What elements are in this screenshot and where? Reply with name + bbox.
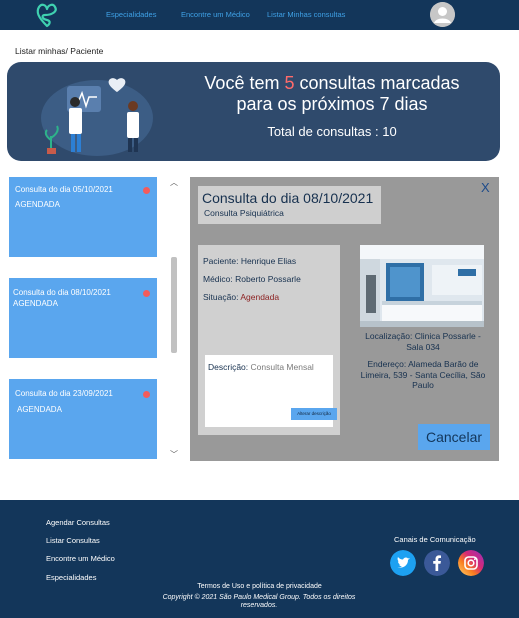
nav-link-encontre-medico[interactable]: Encontre um Médico [181,10,250,19]
detail-title: Consulta do dia 08/10/2021 [202,190,374,206]
facebook-icon[interactable] [424,550,450,576]
list-scrollbar[interactable]: ︿ ﹀ [169,177,179,461]
status-line: Situação: Agendada [203,292,279,302]
footer-link-especialidades[interactable]: Especialidades [46,573,96,582]
status-label: Situação: [203,292,241,302]
status-value: Agendada [240,292,280,302]
doctor-label: Médico: [203,274,236,284]
footer-channels-label: Canais de Comunicação [394,535,476,544]
clinic-address: Endereço: Alameda Barão de Limeira, 539 … [360,359,486,390]
scroll-thumb[interactable] [171,257,177,353]
appointment-card[interactable]: Consulta do dia 05/10/2021 AGENDADA [9,177,157,257]
description-box: Descrição: Consulta Mensal Alterar descr… [205,355,337,427]
user-avatar-icon[interactable] [430,2,455,27]
doctors-illustration [41,78,153,156]
close-icon[interactable]: X [481,180,490,195]
patient-name: Henrique Elias [240,256,297,266]
appointment-card[interactable]: Consulta do dia 08/10/2021 AGENDADA [9,278,157,358]
scroll-down-icon[interactable]: ﹀ [169,449,179,460]
footer-copyright: Copyright © 2021 São Paulo Medical Group… [162,594,356,609]
breadcrumb: Listar minhas/ Paciente [15,46,104,56]
patient-line: Paciente: Henrique Elias [203,256,296,266]
patient-label: Paciente: [203,256,241,266]
appointment-title: Consulta do dia 08/10/2021 [13,288,111,297]
top-navbar: Especialidades Encontre um Médico Listar… [0,0,519,30]
cancel-appointment-button[interactable]: Cancelar [418,424,490,450]
logo-icon[interactable] [34,2,60,28]
page: Especialidades Encontre um Médico Listar… [0,0,519,618]
appointment-title: Consulta do dia 05/10/2021 [15,185,113,194]
status-dot-icon [143,290,150,297]
status-dot-icon [143,391,150,398]
footer-link-encontre-medico[interactable]: Encontre um Médico [46,554,115,563]
appointment-title: Consulta do dia 23/09/2021 [15,389,113,398]
scroll-up-icon[interactable]: ︿ [169,177,179,188]
footer-terms-link[interactable]: Termos de Uso e política de privacidade [0,583,519,590]
clinic-photo [360,245,484,327]
appointment-card[interactable]: Consulta do dia 23/09/2021 AGENDADA [9,379,157,459]
banner-appointment-count: 5 [284,73,295,93]
clinic-location: Localização: Clinica Possarle - Sala 034 [365,331,481,352]
status-dot-icon [143,187,150,194]
banner-prefix: Você tem [204,73,285,93]
banner-subline: para os próximos 7 dias [236,94,428,114]
banner-total: Total de consultas : 10 [267,124,397,139]
description-label: Descrição: [208,362,251,372]
appointment-list: Consulta do dia 05/10/2021 AGENDADA Cons… [7,177,181,461]
summary-banner: Você tem 5 consultas marcadas para os pr… [7,62,500,161]
description-line: Descrição: Consulta Mensal [208,362,314,372]
description-value: Consulta Mensal [250,362,314,372]
footer-link-listar[interactable]: Listar Consultas [46,536,100,545]
footer: Agendar Consultas Listar Consultas Encon… [0,500,519,618]
edit-description-button[interactable]: Alterar descrição [291,408,337,420]
appointment-status: AGENDADA [15,200,60,209]
banner-suffix: consultas marcadas [294,73,460,93]
nav-link-especialidades[interactable]: Especialidades [106,10,156,19]
detail-header: Consulta do dia 08/10/2021 Consulta Psiq… [198,186,381,224]
appointment-detail-panel: Consulta do dia 08/10/2021 Consulta Psiq… [190,177,499,461]
doctor-line: Médico: Roberto Possarle [203,274,301,284]
instagram-icon[interactable] [458,550,484,576]
appointment-info-box: Paciente: Henrique Elias Médico: Roberto… [198,245,340,435]
detail-subtitle: Consulta Psiquiátrica [204,208,284,218]
banner-headline: Você tem 5 consultas marcadas [167,73,497,94]
doctor-name: Roberto Possarle [235,274,301,284]
appointment-status: AGENDADA [13,299,58,308]
twitter-icon[interactable] [390,550,416,576]
appointment-status: AGENDADA [17,405,62,414]
footer-link-agendar[interactable]: Agendar Consultas [46,518,110,527]
nav-link-listar-consultas[interactable]: Listar Minhas consultas [267,10,345,19]
